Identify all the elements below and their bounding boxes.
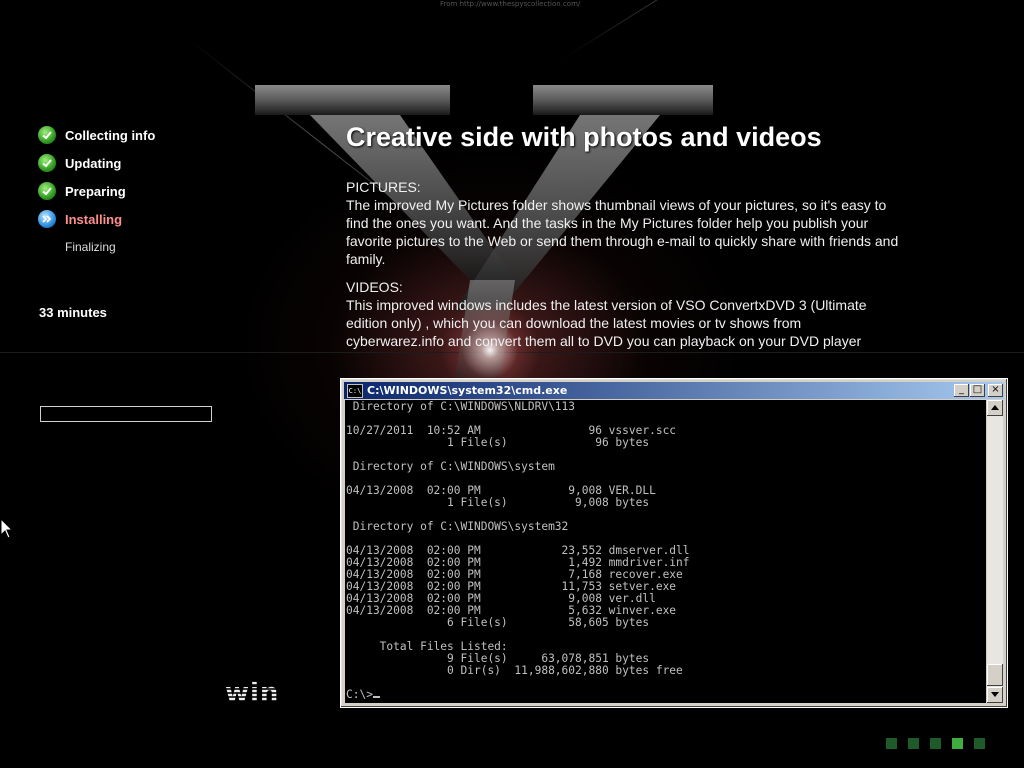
step-installing: Installing [38,209,122,229]
cmd-app-icon[interactable]: C:\ [347,383,363,398]
console-output: Directory of C:\WINDOWS\NLDRV\113 10/27/… [346,400,690,701]
cmd-window[interactable]: C:\ C:\WINDOWS\system32\cmd.exe _ □ × Di… [340,378,1008,708]
setup-background: From http://www.thespyscollection.com/ C… [0,0,1024,768]
videos-description: This improved windows includes the lates… [346,297,867,349]
mouse-pointer-icon [0,518,14,539]
checkmark-icon [38,154,56,172]
cmd-window-title: C:\WINDOWS\system32\cmd.exe [367,384,568,397]
slide-dot [974,738,985,749]
step-finalizing: Finalizing [65,237,116,257]
arrow-up-icon [991,405,999,410]
step-updating: Updating [38,153,121,173]
install-progress-bar [40,406,212,422]
scrollbar-thumb[interactable] [987,664,1003,686]
step-label: Preparing [65,183,126,199]
step-preparing: Preparing [38,181,126,201]
scroll-up-button[interactable] [987,400,1003,416]
vertical-scrollbar[interactable] [987,400,1003,703]
cmd-title-bar[interactable]: C:\ C:\WINDOWS\system32\cmd.exe _ □ × [344,382,1004,399]
step-label: Updating [65,155,122,171]
time-remaining: 33 minutes [39,305,107,320]
scroll-down-button[interactable] [987,687,1003,703]
arrow-down-icon [991,692,999,697]
slide-dot [930,738,941,749]
close-button[interactable]: × [988,384,1003,397]
minimize-button[interactable]: _ [954,384,969,397]
videos-title: VIDEOS: [346,279,403,295]
pictures-description: The improved My Pictures folder shows th… [346,197,899,267]
source-caption: From http://www.thespyscollection.com/ [440,0,581,8]
slide-dot [886,738,897,749]
checkmark-icon [38,126,56,144]
forward-arrows-icon [38,210,56,228]
slide-dot [908,738,919,749]
page-title: Creative side with photos and videos [346,122,822,152]
maximize-button[interactable]: □ [970,384,985,397]
step-label: Installing [65,211,123,227]
slide-dot [952,738,963,749]
checkmark-icon [38,182,56,200]
step-label: Collecting info [65,127,156,143]
pictures-title: PICTURES: [346,179,421,195]
step-collecting-info: Collecting info [38,125,155,145]
cmd-console[interactable]: Directory of C:\WINDOWS\NLDRV\113 10/27/… [345,400,986,703]
step-label: Finalizing [65,240,116,254]
win-logo: win [225,678,280,708]
decor-line [559,0,866,61]
text-cursor [372,696,380,698]
